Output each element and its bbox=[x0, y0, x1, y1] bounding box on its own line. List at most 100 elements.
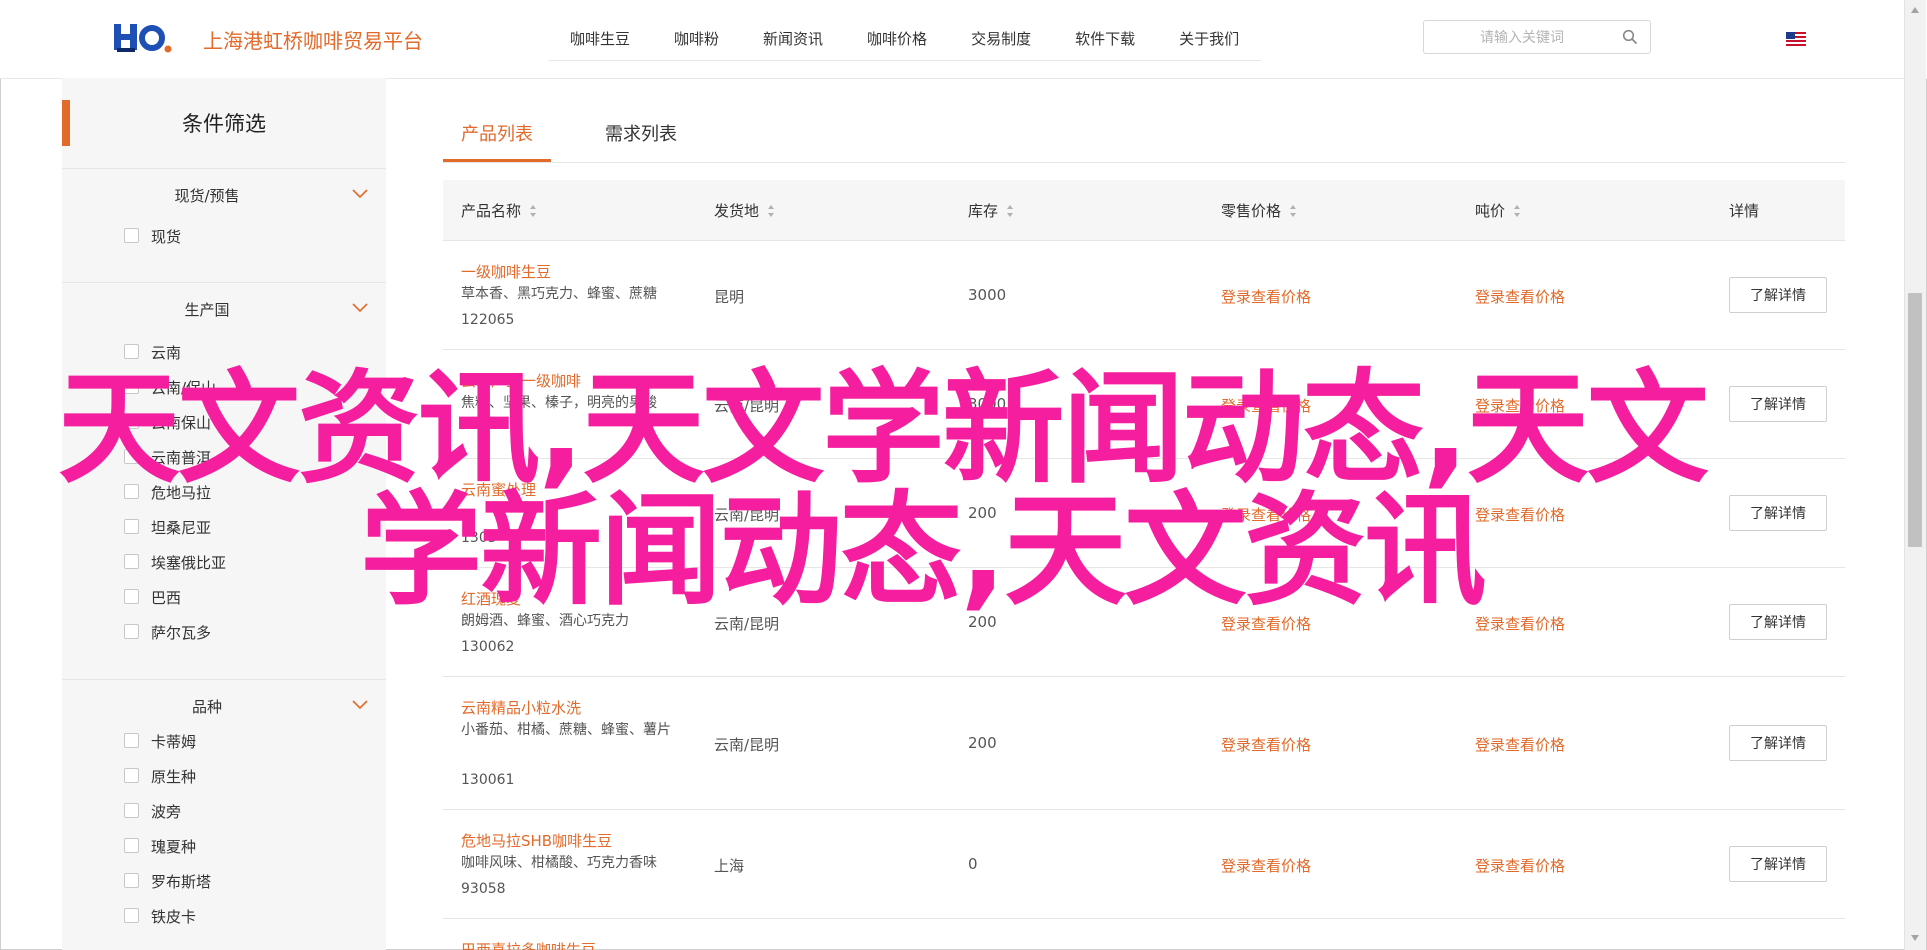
page-scrollbar[interactable] bbox=[1904, 0, 1926, 950]
filter-option[interactable]: 萨尔瓦多 bbox=[62, 615, 386, 650]
filter-group-header[interactable]: 品种 bbox=[62, 680, 386, 724]
detail-button[interactable]: 了解详情 bbox=[1729, 846, 1827, 882]
filter-option[interactable]: 罗布斯塔 bbox=[62, 864, 386, 899]
chevron-down-icon[interactable] bbox=[352, 189, 368, 199]
checkbox[interactable] bbox=[124, 733, 139, 748]
product-code: 130062 bbox=[461, 639, 515, 655]
filter-option[interactable]: 坦桑尼亚 bbox=[62, 510, 386, 545]
detail-button[interactable]: 了解详情 bbox=[1729, 386, 1827, 422]
ton-price-link[interactable]: 登录查看价格 bbox=[1475, 286, 1565, 307]
sort-icon[interactable] bbox=[1006, 204, 1014, 218]
search-icon[interactable] bbox=[1622, 29, 1638, 45]
tab-product-list[interactable]: 产品列表 bbox=[461, 120, 533, 146]
sort-icon[interactable] bbox=[529, 204, 537, 218]
filter-option[interactable]: 云南保山 bbox=[62, 405, 386, 440]
table-row: 云南蜜处理 1303 云南/昆明 200 登录查看价格 登录查看价格 了解详情 bbox=[443, 459, 1845, 568]
checkbox[interactable] bbox=[124, 803, 139, 818]
chevron-down-icon[interactable] bbox=[352, 700, 368, 710]
filter-option-label: 云南/保山 bbox=[151, 379, 217, 397]
scroll-down-icon[interactable] bbox=[1910, 934, 1920, 942]
filter-option[interactable]: 瑰夏种 bbox=[62, 829, 386, 864]
product-name-link[interactable]: 云南精品小粒水洗 bbox=[461, 697, 581, 718]
retail-price-link[interactable]: 登录查看价格 bbox=[1221, 734, 1311, 755]
nav-item-news[interactable]: 新闻资讯 bbox=[741, 18, 845, 60]
detail-button[interactable]: 了解详情 bbox=[1729, 604, 1827, 640]
filter-option[interactable]: 原生种 bbox=[62, 759, 386, 794]
checkbox[interactable] bbox=[124, 838, 139, 853]
product-name-link[interactable]: 一级咖啡生豆 bbox=[461, 261, 551, 282]
checkbox[interactable] bbox=[124, 449, 139, 464]
checkbox[interactable] bbox=[124, 519, 139, 534]
nav-item-coffee-powder[interactable]: 咖啡粉 bbox=[652, 18, 741, 60]
filter-option[interactable]: 波旁 bbox=[62, 794, 386, 829]
retail-price-link[interactable]: 登录查看价格 bbox=[1221, 504, 1311, 525]
chevron-down-icon[interactable] bbox=[352, 303, 368, 313]
product-name-link[interactable]: 危地马拉SHB咖啡生豆 bbox=[461, 830, 612, 851]
column-header-retail-price[interactable]: 零售价格 bbox=[1221, 200, 1297, 221]
column-header-name[interactable]: 产品名称 bbox=[461, 200, 537, 221]
filter-option[interactable]: 现货 bbox=[62, 219, 386, 254]
product-name-link[interactable]: 云南产业一级咖啡 bbox=[461, 370, 581, 391]
us-flag-icon[interactable] bbox=[1786, 32, 1806, 46]
retail-price-link[interactable]: 登录查看价格 bbox=[1221, 395, 1311, 416]
column-header-detail: 详情 bbox=[1729, 200, 1759, 221]
checkbox[interactable] bbox=[124, 589, 139, 604]
sort-icon[interactable] bbox=[1289, 204, 1297, 218]
checkbox[interactable] bbox=[124, 228, 139, 243]
search-input[interactable] bbox=[1430, 22, 1614, 54]
checkbox[interactable] bbox=[124, 379, 139, 394]
filter-group-header[interactable]: 生产国 bbox=[62, 283, 386, 327]
filter-option[interactable]: 卡蒂姆 bbox=[62, 724, 386, 759]
filter-option[interactable]: 巴西 bbox=[62, 580, 386, 615]
ton-price-link[interactable]: 登录查看价格 bbox=[1475, 395, 1565, 416]
retail-price-link[interactable]: 登录查看价格 bbox=[1221, 286, 1311, 307]
column-header-origin[interactable]: 发货地 bbox=[714, 200, 775, 221]
site-title[interactable]: 上海港虹桥咖啡贸易平台 bbox=[203, 25, 423, 54]
ton-price-link[interactable]: 登录查看价格 bbox=[1475, 504, 1565, 525]
checkbox[interactable] bbox=[124, 908, 139, 923]
checkbox[interactable] bbox=[124, 768, 139, 783]
product-tabs: 产品列表 需求列表 bbox=[443, 100, 1845, 163]
ton-price-link[interactable]: 登录查看价格 bbox=[1475, 734, 1565, 755]
ton-price-link[interactable]: 登录查看价格 bbox=[1475, 855, 1565, 876]
checkbox[interactable] bbox=[124, 624, 139, 639]
filter-option-label: 埃塞俄比亚 bbox=[151, 554, 227, 572]
retail-price-link[interactable]: 登录查看价格 bbox=[1221, 855, 1311, 876]
checkbox[interactable] bbox=[124, 554, 139, 569]
nav-item-trading-rules[interactable]: 交易制度 bbox=[949, 18, 1053, 60]
filter-option[interactable]: 云南/保山 bbox=[62, 370, 386, 405]
checkbox[interactable] bbox=[124, 484, 139, 499]
nav-item-about[interactable]: 关于我们 bbox=[1157, 18, 1261, 60]
filter-option[interactable]: 铁皮卡 bbox=[62, 899, 386, 934]
ton-price-link[interactable]: 登录查看价格 bbox=[1475, 613, 1565, 634]
table-row: 红酒瑰夏 朗姆酒、蜂蜜、酒心巧克力 130062 云南/昆明 200 登录查看价… bbox=[443, 568, 1845, 677]
detail-button[interactable]: 了解详情 bbox=[1729, 495, 1827, 531]
tab-demand-list[interactable]: 需求列表 bbox=[605, 120, 677, 146]
filter-option[interactable]: 埃塞俄比亚 bbox=[62, 545, 386, 580]
filter-group-header[interactable]: 现货/预售 bbox=[62, 169, 386, 213]
detail-button[interactable]: 了解详情 bbox=[1729, 725, 1827, 761]
scroll-up-icon[interactable] bbox=[1910, 6, 1920, 14]
filter-group-origin: 生产国 云南 云南/保山 云南保山 云南普洱 危地马拉 坦桑尼亚 埃塞俄比亚 巴… bbox=[62, 283, 386, 680]
column-header-ton-price[interactable]: 吨价 bbox=[1475, 200, 1521, 221]
nav-item-downloads[interactable]: 软件下载 bbox=[1053, 18, 1157, 60]
filter-option[interactable]: 云南 bbox=[62, 335, 386, 370]
sort-icon[interactable] bbox=[1513, 204, 1521, 218]
product-name-link[interactable]: 巴西喜拉多咖啡生豆 bbox=[461, 939, 596, 950]
retail-price-link[interactable]: 登录查看价格 bbox=[1221, 613, 1311, 634]
detail-button[interactable]: 了解详情 bbox=[1729, 277, 1827, 313]
filter-option[interactable]: 危地马拉 bbox=[62, 475, 386, 510]
checkbox[interactable] bbox=[124, 873, 139, 888]
checkbox[interactable] bbox=[124, 414, 139, 429]
column-header-stock[interactable]: 库存 bbox=[968, 200, 1014, 221]
checkbox[interactable] bbox=[124, 344, 139, 359]
product-name-link[interactable]: 红酒瑰夏 bbox=[461, 588, 521, 609]
nav-item-green-beans[interactable]: 咖啡生豆 bbox=[548, 18, 652, 60]
table-row: 一级咖啡生豆 草本香、黑巧克力、蜂蜜、蔗糖 122065 昆明 3000 登录查… bbox=[443, 241, 1845, 350]
scrollbar-thumb[interactable] bbox=[1908, 293, 1922, 547]
logo[interactable] bbox=[114, 22, 174, 54]
filter-option[interactable]: 云南普洱 bbox=[62, 440, 386, 475]
nav-item-prices[interactable]: 咖啡价格 bbox=[845, 18, 949, 60]
product-name-link[interactable]: 云南蜜处理 bbox=[461, 479, 536, 500]
sort-icon[interactable] bbox=[767, 204, 775, 218]
